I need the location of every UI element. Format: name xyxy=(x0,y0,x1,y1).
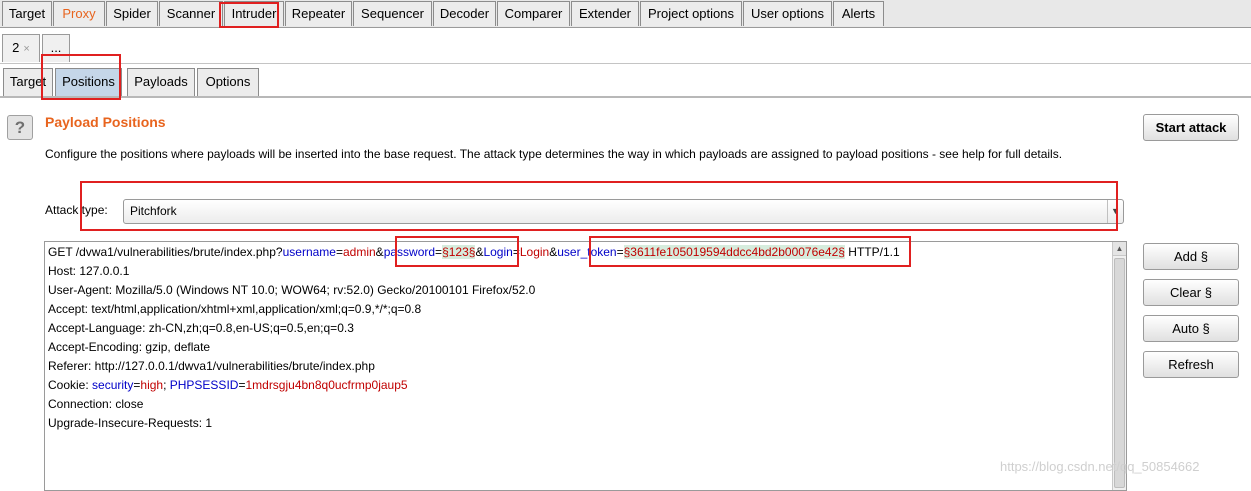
intruder-sub-tab-bar: Target Positions Payloads Options xyxy=(0,66,1251,98)
tab-repeater[interactable]: Repeater xyxy=(285,1,352,26)
tab-comparer[interactable]: Comparer xyxy=(497,1,570,26)
tab-scanner[interactable]: Scanner xyxy=(159,1,223,26)
tab-project-options[interactable]: Project options xyxy=(640,1,742,26)
close-icon[interactable]: × xyxy=(23,43,29,55)
cookie-security-key: security xyxy=(92,378,134,392)
http-version: HTTP/1.1 xyxy=(844,245,900,259)
request-path: GET /dvwa1/vulnerabilities/brute/index.p… xyxy=(48,245,283,259)
subtab-options[interactable]: Options xyxy=(197,68,259,96)
param-username-value: admin xyxy=(342,245,376,259)
chevron-down-icon: ▼ xyxy=(1107,200,1123,223)
page-title: Payload Positions xyxy=(45,114,166,130)
clear-markers-button[interactable]: Clear § xyxy=(1143,279,1239,306)
header-cookie: Cookie: security=high; PHPSESSID=1mdrsgj… xyxy=(48,376,408,395)
cookie-prefix: Cookie: xyxy=(48,378,93,392)
subtab-target[interactable]: Target xyxy=(3,68,53,96)
param-login-value: Login xyxy=(519,245,550,259)
tab-user-options[interactable]: User options xyxy=(743,1,832,26)
scroll-up-icon[interactable]: ▲ xyxy=(1113,242,1126,256)
tab-alerts[interactable]: Alerts xyxy=(833,1,884,26)
equals-sign: = xyxy=(616,245,624,259)
cookie-separator: ; xyxy=(163,378,170,392)
auto-markers-button[interactable]: Auto § xyxy=(1143,315,1239,342)
new-attack-tab[interactable]: ... xyxy=(42,34,70,62)
param-username-key: username xyxy=(282,245,336,259)
cookie-phpsessid-key: PHPSESSID xyxy=(169,378,239,392)
attack-type-value: Pitchfork xyxy=(130,204,177,218)
attack-type-label: Attack type: xyxy=(45,203,108,217)
header-referer: Referer: http://127.0.0.1/dwva1/vulnerab… xyxy=(48,359,375,373)
subtab-payloads[interactable]: Payloads xyxy=(127,68,195,96)
tab-spider[interactable]: Spider xyxy=(106,1,158,26)
payload-marker-user-token[interactable]: §3611fe105019594ddcc4bd2b00076e42§ xyxy=(623,245,845,259)
equals-sign: = xyxy=(512,245,520,259)
tab-proxy[interactable]: Proxy xyxy=(53,1,105,26)
start-attack-button[interactable]: Start attack xyxy=(1143,114,1239,141)
main-tab-bar: Target Proxy Spider Scanner Intruder Rep… xyxy=(0,0,1251,28)
param-user-token-key: user_token xyxy=(557,245,617,259)
param-password-key: password xyxy=(383,245,436,259)
scrollbar-thumb[interactable] xyxy=(1114,258,1125,488)
header-accept-language: Accept-Language: zh-CN,zh;q=0.8,en-US;q=… xyxy=(48,321,354,335)
param-login-key: Login xyxy=(483,245,513,259)
cookie-phpsessid-value: 1mdrsgju4bn8q0ucfrmp0jaup5 xyxy=(245,378,408,392)
request-line: GET /dvwa1/vulnerabilities/brute/index.p… xyxy=(48,243,900,262)
header-accept: Accept: text/html,application/xhtml+xml,… xyxy=(48,302,422,316)
panel-description: Configure the positions where payloads w… xyxy=(45,147,1063,161)
watermark: https://blog.csdn.net/qq_50854662 xyxy=(1000,459,1200,474)
tab-target[interactable]: Target xyxy=(2,1,52,26)
equals-sign: = xyxy=(435,245,443,259)
attack-tab-bar: 2 × ... xyxy=(0,30,1251,64)
vertical-scrollbar[interactable]: ▲ xyxy=(1112,242,1126,490)
header-connection: Connection: close xyxy=(48,397,144,411)
tab-intruder[interactable]: Intruder xyxy=(224,1,284,26)
header-host: Host: 127.0.0.1 xyxy=(48,264,130,278)
ampersand: & xyxy=(375,245,384,259)
subtab-positions[interactable]: Positions xyxy=(55,68,122,96)
equals-sign: = xyxy=(335,245,343,259)
attack-type-select[interactable]: Pitchfork ▼ xyxy=(123,199,1124,224)
attack-tab-2[interactable]: 2 × xyxy=(2,34,40,62)
cookie-security-value: high xyxy=(140,378,164,392)
add-marker-button[interactable]: Add § xyxy=(1143,243,1239,270)
request-editor[interactable]: GET /dvwa1/vulnerabilities/brute/index.p… xyxy=(44,241,1127,491)
header-upgrade-insecure: Upgrade-Insecure-Requests: 1 xyxy=(48,416,213,430)
payload-marker-password[interactable]: §123§ xyxy=(442,245,476,259)
attack-tab-label: 2 xyxy=(12,40,20,55)
header-accept-encoding: Accept-Encoding: gzip, deflate xyxy=(48,340,211,354)
tab-decoder[interactable]: Decoder xyxy=(433,1,496,26)
help-icon[interactable]: ? xyxy=(7,115,33,140)
tab-extender[interactable]: Extender xyxy=(571,1,639,26)
tab-sequencer[interactable]: Sequencer xyxy=(353,1,432,26)
header-user-agent: User-Agent: Mozilla/5.0 (Windows NT 10.0… xyxy=(48,283,536,297)
refresh-button[interactable]: Refresh xyxy=(1143,351,1239,378)
